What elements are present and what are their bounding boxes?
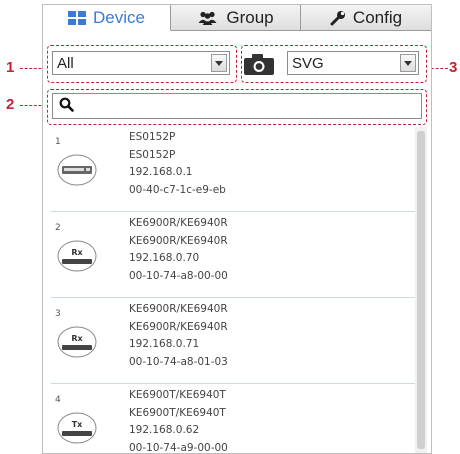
wrench-icon — [330, 10, 346, 26]
device-model: KE6900R/KE6940R — [129, 234, 228, 247]
search-icon — [59, 97, 74, 116]
device-name: KE6900T/KE6940T — [129, 389, 226, 401]
transmitter-icon-label: Tx — [72, 420, 83, 429]
device-row-1[interactable]: 1 ES0152P ES0152P 192.168.0.1 00-40-c7-1… — [51, 127, 415, 212]
callout-3: 3 — [449, 59, 458, 76]
device-name: KE6900R/KE6940R — [129, 303, 228, 315]
device-model: ES0152P — [129, 148, 176, 161]
camera-icon — [244, 54, 274, 79]
search-input[interactable] — [52, 93, 422, 119]
receiver-icon: Rx — [57, 326, 97, 358]
filter-select[interactable]: All — [52, 51, 230, 75]
device-number: 4 — [55, 395, 61, 405]
device-model: KE6900R/KE6940R — [129, 320, 228, 333]
tab-config-label: Config — [352, 7, 403, 27]
network-switch-icon — [57, 154, 97, 186]
grid-icon — [68, 10, 87, 25]
tab-group[interactable]: Group — [171, 5, 301, 31]
receiver-icon-label: Rx — [71, 334, 83, 343]
device-ip: 192.168.0.1 — [129, 166, 193, 178]
device-model: KE6900T/KE6940T — [129, 406, 226, 419]
device-info: KE6900R/KE6940R KE6900R/KE6940R 192.168.… — [129, 215, 228, 285]
device-ip: 192.168.0.70 — [129, 252, 200, 264]
device-number: 2 — [55, 223, 61, 233]
device-info: ES0152P ES0152P 192.168.0.1 00-40-c7-1c-… — [129, 129, 226, 199]
device-mac: 00-10-74-a8-01-03 — [129, 355, 228, 368]
tab-device[interactable]: Device — [43, 5, 171, 31]
transmitter-icon: Tx — [57, 412, 97, 444]
export-format-value: SVG — [292, 54, 324, 72]
callout-1: 1 — [6, 59, 15, 76]
device-ip: 192.168.0.62 — [129, 424, 200, 436]
scrollbar-thumb[interactable] — [417, 131, 425, 449]
callout-2: 2 — [6, 96, 15, 113]
device-panel: Device Group Config All SVG 1 ES0152P ES… — [42, 4, 432, 454]
device-name: ES0152P — [129, 131, 176, 143]
filter-select-value: All — [57, 54, 74, 72]
export-format-select[interactable]: SVG — [287, 51, 419, 75]
receiver-icon: Rx — [57, 240, 97, 272]
device-list: 1 ES0152P ES0152P 192.168.0.1 00-40-c7-1… — [43, 127, 415, 453]
tab-bar: Device Group Config — [43, 5, 431, 31]
chevron-down-icon[interactable] — [400, 54, 416, 72]
device-mac: 00-10-74-a8-00-00 — [129, 269, 228, 282]
device-row-4[interactable]: 4 Tx KE6900T/KE6940T KE6900T/KE6940T 192… — [51, 385, 415, 453]
camera-button[interactable] — [244, 53, 274, 79]
device-ip: 192.168.0.71 — [129, 338, 200, 350]
chevron-down-icon[interactable] — [211, 54, 227, 72]
tab-config[interactable]: Config — [301, 5, 431, 31]
device-number: 1 — [55, 137, 61, 147]
list-scrollbar[interactable] — [415, 127, 427, 453]
device-mac: 00-10-74-a9-00-00 — [129, 441, 228, 454]
tab-group-label: Group — [226, 7, 274, 27]
receiver-icon-label: Rx — [71, 248, 83, 257]
users-icon — [197, 11, 219, 25]
device-mac: 00-40-c7-1c-e9-eb — [129, 183, 226, 196]
device-row-2[interactable]: 2 Rx KE6900R/KE6940R KE6900R/KE6940R 192… — [51, 213, 415, 298]
device-number: 3 — [55, 309, 61, 319]
tab-device-label: Device — [93, 7, 145, 27]
device-name: KE6900R/KE6940R — [129, 217, 228, 229]
device-info: KE6900R/KE6940R KE6900R/KE6940R 192.168.… — [129, 301, 228, 371]
device-row-3[interactable]: 3 Rx KE6900R/KE6940R KE6900R/KE6940R 192… — [51, 299, 415, 384]
device-info: KE6900T/KE6940T KE6900T/KE6940T 192.168.… — [129, 387, 228, 453]
